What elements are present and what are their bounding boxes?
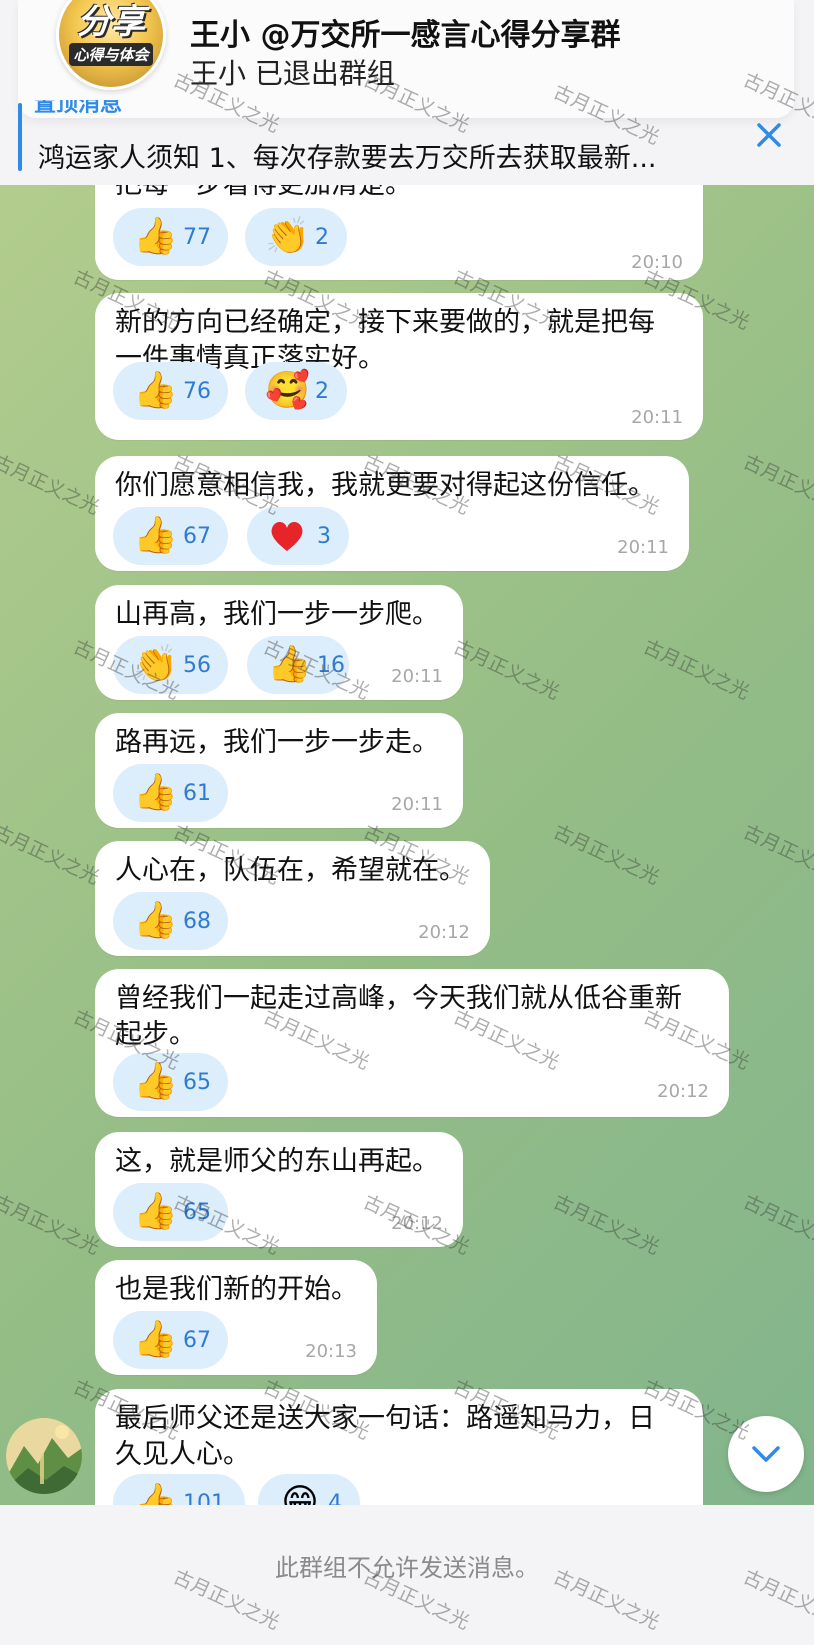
reaction-thumbs-up[interactable]: 👍 77 [113, 208, 228, 266]
pinned-message[interactable]: 鸿运家人须知 1、每次存款要去万交所去获取最新... [38, 136, 657, 175]
smiling-face-with-hearts-icon: 🥰 [265, 370, 310, 411]
message-bubble[interactable]: 新的方向已经确定，接下来要做的，就是把每 一件事情真正落实好。 👍 76 🥰 2… [95, 293, 703, 440]
scroll-down-button[interactable] [728, 1416, 804, 1492]
message-bubble[interactable]: 山再高，我们一步一步爬。 👏 56 👍 16 20:11 [95, 585, 463, 700]
reaction-count: 67 [183, 1327, 211, 1353]
message-time: 20:12 [657, 1081, 709, 1102]
message-bubble[interactable]: 把每一步看得更加清楚。 👍 77 👏 2 20:10 [95, 185, 703, 280]
message-text: 曾经我们一起走过高峰，今天我们就从低谷重新 起步。 [115, 983, 682, 1050]
message-bubble[interactable]: 人心在，队伍在，希望就在。 👍 68 20:12 [95, 841, 490, 956]
message-bubble[interactable]: 这，就是师父的东山再起。 👍 65 20:12 [95, 1132, 463, 1247]
reaction-grin[interactable]: 😁 4 [258, 1474, 360, 1505]
reaction-count: 67 [183, 523, 211, 549]
reaction-count: 2 [315, 378, 329, 404]
message-text: 山再高，我们一步一步爬。 [115, 599, 439, 630]
thumbs-up-icon: 👍 [133, 515, 178, 556]
pinned-indicator [18, 103, 22, 171]
reaction-count: 4 [328, 1490, 342, 1506]
message-time: 20:11 [631, 407, 683, 428]
send-disabled-notice: 此群组不允许发送消息。 [275, 1554, 539, 1582]
message-time: 20:13 [305, 1341, 357, 1362]
red-heart-icon [267, 516, 311, 556]
reaction-thumbs-up[interactable]: 👍 76 [113, 362, 228, 420]
thumbs-up-icon: 👍 [133, 370, 178, 411]
thumbs-up-icon: 👍 [133, 1319, 178, 1360]
group-info-card[interactable]: 分享 心得与体会 王小 @万交所一感言心得分享群 王小 已退出群组 [18, 0, 794, 118]
thumbs-up-icon: 👍 [133, 1482, 178, 1506]
reaction-thumbs-up[interactable]: 👍 61 [113, 764, 228, 822]
message-text: 最后师父还是送大家一句话：路遥知马力，日 久见人心。 [115, 1403, 655, 1470]
reaction-count: 76 [183, 378, 211, 404]
thumbs-up-icon: 👍 [133, 772, 178, 813]
avatar-text-1: 分享 [77, 1, 145, 42]
reaction-count: 65 [183, 1069, 211, 1095]
reaction-count: 61 [183, 780, 211, 806]
thumbs-up-icon: 👍 [267, 644, 312, 685]
message-bubble[interactable]: 你们愿意相信我，我就更要对得起这份信任。 👍 67 3 20:11 [95, 456, 689, 571]
avatar-text-2: 心得与体会 [69, 42, 153, 66]
message-text: 路再远，我们一步一步走。 [115, 727, 439, 758]
message-time: 20:12 [391, 1213, 443, 1234]
clapping-hands-icon: 👏 [265, 216, 310, 257]
reaction-clap[interactable]: 👏 2 [245, 208, 347, 266]
reaction-count: 56 [183, 652, 211, 678]
reaction-count: 3 [317, 523, 331, 549]
thumbs-up-icon: 👍 [133, 900, 178, 941]
chat-header: 分享 心得与体会 王小 @万交所一感言心得分享群 王小 已退出群组 置顶消息 鸿… [0, 0, 814, 185]
reaction-heart[interactable]: 3 [247, 507, 349, 565]
message-bubble[interactable]: 路再远，我们一步一步走。 👍 61 20:11 [95, 713, 463, 828]
reaction-thumbs-up[interactable]: 👍 101 [113, 1474, 245, 1505]
message-bubble[interactable]: 最后师父还是送大家一句话：路遥知马力，日 久见人心。 👍 101 😁 4 [95, 1389, 703, 1505]
message-time: 20:12 [418, 922, 470, 943]
message-time: 20:10 [631, 252, 683, 273]
message-bubble[interactable]: 也是我们新的开始。 👍 67 20:13 [95, 1260, 377, 1375]
thumbs-up-icon: 👍 [133, 1061, 178, 1102]
reaction-count: 101 [183, 1490, 225, 1506]
reaction-count: 2 [315, 224, 329, 250]
reaction-smiling-hearts[interactable]: 🥰 2 [245, 362, 347, 420]
close-icon [757, 123, 781, 147]
reaction-thumbs-up[interactable]: 👍 67 [113, 1311, 228, 1369]
mountain-landscape-icon [6, 1418, 82, 1494]
pinned-label: 置顶消息 [34, 100, 123, 117]
message-text: 把每一步看得更加清楚。 [115, 185, 412, 203]
message-time: 20:11 [617, 537, 669, 558]
reaction-clap[interactable]: 👏 56 [113, 636, 228, 694]
thumbs-up-icon: 👍 [133, 1191, 178, 1232]
reaction-thumbs-up[interactable]: 👍 16 [247, 636, 349, 694]
reaction-count: 16 [317, 652, 345, 678]
message-text: 也是我们新的开始。 [115, 1274, 358, 1305]
message-bubble[interactable]: 曾经我们一起走过高峰，今天我们就从低谷重新 起步。 👍 65 20:12 [95, 969, 729, 1117]
thumbs-up-icon: 👍 [133, 216, 178, 257]
reaction-thumbs-up[interactable]: 👍 67 [113, 507, 228, 565]
message-time: 20:11 [391, 666, 443, 687]
reaction-count: 65 [183, 1199, 211, 1225]
group-avatar[interactable]: 分享 心得与体会 [56, 0, 166, 90]
clapping-hands-icon: 👏 [133, 644, 178, 685]
group-title: 王小 @万交所一感言心得分享群 [190, 18, 621, 53]
message-list[interactable]: 把每一步看得更加清楚。 👍 77 👏 2 20:10 新的方向已经确定，接下来要… [0, 185, 814, 1505]
message-text: 你们愿意相信我，我就更要对得起这份信任。 [115, 470, 655, 501]
composer-disabled-bar: 此群组不允许发送消息。 [0, 1505, 814, 1645]
group-subtitle: 王小 已退出群组 [190, 57, 395, 90]
message-text: 这，就是师父的东山再起。 [115, 1146, 439, 1177]
close-pinned-button[interactable] [752, 118, 786, 152]
sender-avatar[interactable] [6, 1418, 82, 1494]
reaction-count: 68 [183, 908, 211, 934]
grinning-face-icon: 😁 [281, 1482, 319, 1506]
reaction-thumbs-up[interactable]: 👍 65 [113, 1183, 228, 1241]
reaction-count: 77 [183, 224, 211, 250]
message-time: 20:11 [391, 794, 443, 815]
reaction-thumbs-up[interactable]: 👍 65 [113, 1053, 228, 1111]
reaction-thumbs-up[interactable]: 👍 68 [113, 892, 228, 950]
message-text: 人心在，队伍在，希望就在。 [115, 855, 466, 886]
chevron-down-icon [752, 1446, 780, 1462]
